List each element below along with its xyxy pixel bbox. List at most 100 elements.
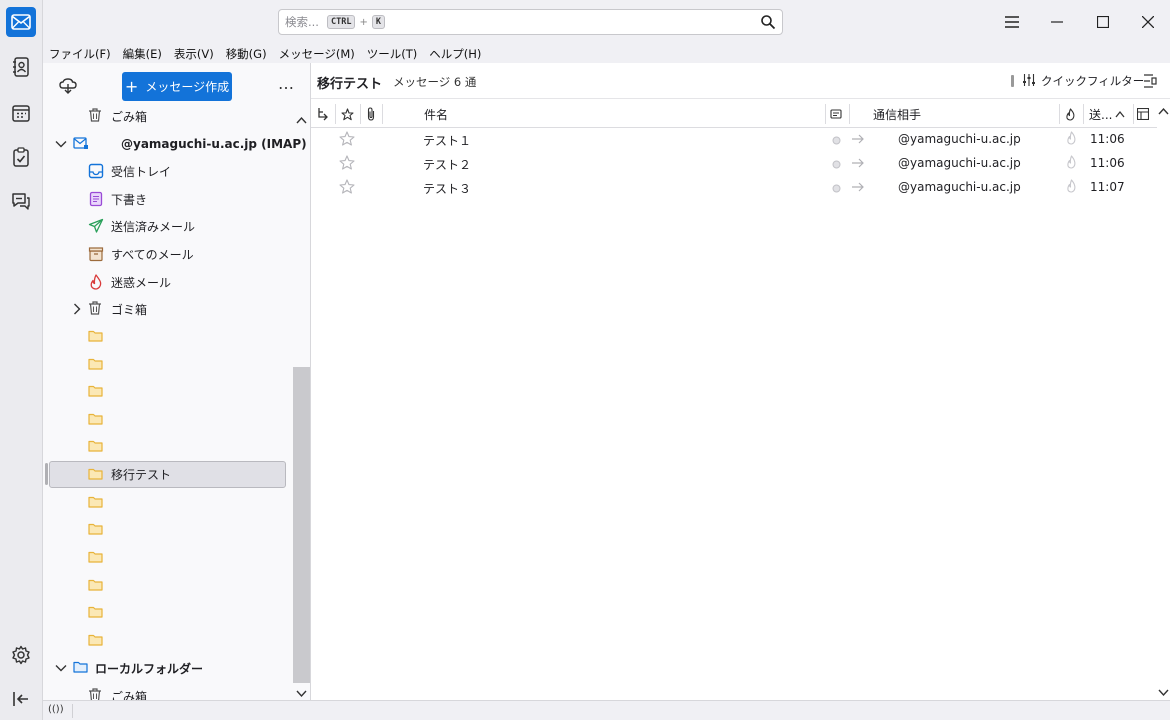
correspondent-column-header[interactable]: 通信相手 xyxy=(873,100,921,128)
settings-gear-icon[interactable] xyxy=(6,640,36,670)
folder-label: ごみ箱 xyxy=(111,109,148,124)
thread-column-icon[interactable] xyxy=(317,100,329,128)
column-header-row: 件名 通信相手 送... xyxy=(311,100,1157,128)
star-icon[interactable] xyxy=(339,155,355,173)
column-separator xyxy=(849,104,850,124)
menu-message[interactable]: メッセージ(M) xyxy=(279,46,355,62)
menu-view[interactable]: 表示(V) xyxy=(174,46,214,62)
message-correspondent: @yamaguchi-u.ac.jp xyxy=(898,132,1021,146)
folder-item-drafts[interactable]: 下書き xyxy=(43,186,293,212)
local-folder-icon xyxy=(73,661,89,677)
junk-status-icon[interactable] xyxy=(1066,155,1077,172)
subject-column-header[interactable]: 件名 xyxy=(424,100,448,128)
pane-splitter-grip[interactable] xyxy=(45,463,48,485)
folder-icon xyxy=(88,358,104,374)
compose-label: メッセージ作成 xyxy=(145,80,230,94)
scroll-up-icon[interactable] xyxy=(296,113,307,127)
junk-status-icon[interactable] xyxy=(1066,131,1077,148)
folder-label: すべてのメール xyxy=(111,247,194,262)
folder-item[interactable] xyxy=(43,324,293,350)
folder-icon xyxy=(88,579,104,595)
mail-space-icon[interactable] xyxy=(6,7,36,37)
folder-item-all-mail[interactable]: すべてのメール xyxy=(43,241,293,267)
scroll-down-icon[interactable] xyxy=(296,687,307,700)
read-status-dot-icon[interactable] xyxy=(832,134,841,148)
minimize-icon[interactable] xyxy=(1045,10,1069,34)
display-options-icon[interactable] xyxy=(1143,74,1157,91)
app-menu-icon[interactable] xyxy=(1000,10,1024,34)
chevron-down-icon[interactable] xyxy=(55,662,67,674)
folder-item[interactable] xyxy=(43,517,293,543)
folder-item-sent[interactable]: 送信済みメール xyxy=(43,213,293,239)
chat-icon[interactable] xyxy=(6,186,36,216)
folder-item-local-trash[interactable]: ごみ箱 xyxy=(43,683,293,700)
folder-item[interactable] xyxy=(43,379,293,405)
search-icon[interactable] xyxy=(760,14,776,33)
junk-column-icon[interactable] xyxy=(1065,100,1076,128)
folder-label: 下書き xyxy=(111,192,148,207)
account-row[interactable]: @yamaguchi-u.ac.jp (IMAP) xyxy=(43,131,307,157)
message-subject: テスト３ xyxy=(423,182,472,196)
attachment-column-icon[interactable] xyxy=(366,100,376,128)
folder-icon xyxy=(88,330,104,346)
compose-button[interactable]: + メッセージ作成 xyxy=(122,72,232,101)
column-picker-icon[interactable] xyxy=(1137,100,1149,128)
folder-item-inbox[interactable]: 受信トレイ xyxy=(43,158,293,184)
chevron-down-icon[interactable] xyxy=(55,138,67,150)
get-messages-icon[interactable] xyxy=(59,78,77,97)
chevron-right-icon[interactable] xyxy=(71,303,83,315)
star-icon[interactable] xyxy=(339,179,355,197)
message-row[interactable]: テスト３ @yamaguchi-u.ac.jp 11:07 xyxy=(311,176,1157,200)
folder-item-trash-top[interactable]: ごみ箱 xyxy=(43,103,293,129)
folder-item[interactable] xyxy=(43,434,293,460)
scrollbar-thumb[interactable] xyxy=(293,367,310,683)
menu-go[interactable]: 移動(G) xyxy=(226,46,267,62)
address-book-icon[interactable] xyxy=(6,52,36,82)
folder-item-trash[interactable]: ゴミ箱 xyxy=(43,296,293,322)
star-column-icon[interactable] xyxy=(341,100,354,128)
menu-file[interactable]: ファイル(F) xyxy=(49,46,111,62)
column-separator xyxy=(1133,104,1134,124)
message-row[interactable]: テスト１ @yamaguchi-u.ac.jp 11:06 xyxy=(311,128,1157,152)
close-icon[interactable] xyxy=(1136,10,1160,34)
calendar-icon[interactable] xyxy=(6,98,36,128)
read-status-column-icon[interactable] xyxy=(830,100,842,128)
folder-item-junk[interactable]: 迷惑メール xyxy=(43,269,293,295)
folder-pane-scrollbar[interactable] xyxy=(293,109,310,700)
folder-item[interactable] xyxy=(43,352,293,378)
folder-item[interactable] xyxy=(43,490,293,516)
message-row[interactable]: テスト２ @yamaguchi-u.ac.jp 11:06 xyxy=(311,152,1157,176)
folder-item[interactable] xyxy=(43,600,293,626)
scroll-up-icon[interactable] xyxy=(1158,104,1169,118)
quick-filter-button[interactable]: クイックフィルター xyxy=(1011,73,1144,89)
folder-item[interactable] xyxy=(43,573,293,599)
message-list-scrollbar[interactable] xyxy=(1157,100,1170,700)
global-search-input[interactable]: 検索... CTRL + K xyxy=(278,9,783,35)
menu-tools[interactable]: ツール(T) xyxy=(367,46,418,62)
maximize-icon[interactable] xyxy=(1091,10,1115,34)
folder-icon xyxy=(88,551,104,567)
folder-item[interactable] xyxy=(43,628,293,654)
local-folders-row[interactable]: ローカルフォルダー xyxy=(43,655,293,681)
folder-icon xyxy=(88,468,104,484)
star-icon[interactable] xyxy=(339,131,355,149)
date-column-header[interactable]: 送... xyxy=(1089,100,1125,128)
online-status-icon[interactable]: (()) xyxy=(48,704,64,715)
folder-item-selected[interactable]: 移行テスト xyxy=(49,461,286,488)
tasks-icon[interactable] xyxy=(6,142,36,172)
status-separator xyxy=(72,704,73,718)
junk-status-icon[interactable] xyxy=(1066,179,1077,196)
read-status-dot-icon[interactable] xyxy=(832,158,841,172)
read-status-dot-icon[interactable] xyxy=(832,182,841,196)
folder-item[interactable] xyxy=(43,545,293,571)
folder-pane-more-button[interactable]: … xyxy=(278,74,295,93)
account-mail-icon xyxy=(73,136,89,152)
menu-edit[interactable]: 編集(E) xyxy=(123,46,162,62)
scroll-down-icon[interactable] xyxy=(1158,686,1169,700)
folder-label: ごみ箱 xyxy=(111,689,148,701)
folder-label: 送信済みメール xyxy=(111,219,196,234)
message-subject: テスト１ xyxy=(423,134,472,148)
collapse-toolbar-icon[interactable] xyxy=(6,684,36,714)
menu-help[interactable]: ヘルプ(H) xyxy=(429,46,481,62)
folder-item[interactable] xyxy=(43,407,293,433)
